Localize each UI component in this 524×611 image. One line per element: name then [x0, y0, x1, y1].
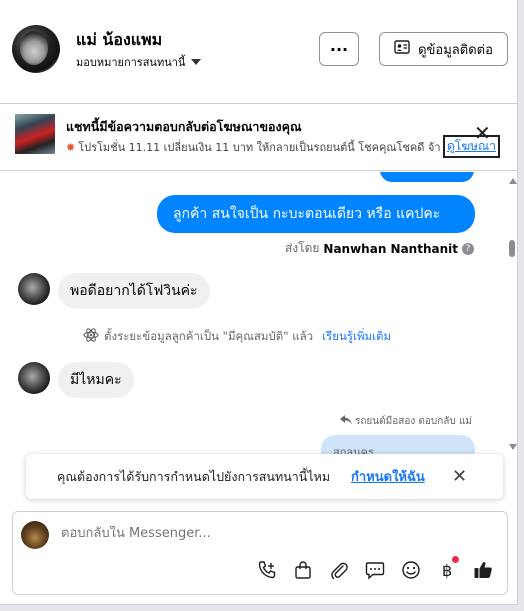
sent-by-prefix: ส่งโดย [284, 241, 320, 255]
close-icon[interactable]: ✕ [452, 466, 467, 487]
message-bubble-incoming[interactable]: มีไหมคะ [58, 362, 134, 398]
composer-toolbar: ฿ [255, 556, 495, 582]
learn-more-link[interactable]: เรียนรู้เพิ่มเติม [322, 328, 391, 346]
message-bubble-outgoing-partial[interactable] [380, 172, 474, 182]
scroll-down-arrow-icon[interactable] [509, 444, 517, 450]
message-text: มีไหมคะ [70, 372, 122, 388]
scroll-up-arrow-icon[interactable] [509, 178, 517, 184]
thumbs-up-icon[interactable] [471, 558, 495, 582]
ad-description: ✸ โปรโมชั่น 11.11 เปลี่ยนเงิน 11 บาท ให้ก… [66, 138, 442, 156]
lead-stage-text: ตั้งระยะข้อมูลลูกค้าเป็น "มีคุณสมบัติ" แ… [104, 328, 314, 343]
conversation-panel: แม่ น้องแพม มอบหมายการสนทนานี้ ··· ดูข้อ… [0, 0, 518, 605]
payment-baht-icon[interactable]: ฿ [435, 556, 459, 582]
contact-avatar-small [18, 362, 50, 394]
message-bubble-incoming[interactable]: พอดีอยากได้โฟวินค่ะ [58, 273, 210, 309]
sender-name: Nanwhan Nanthanit [323, 241, 458, 256]
ad-reply-banner: แชทนี้มีข้อความตอบกลับต่อโฆษณาของคุณ ✸ โป… [0, 105, 517, 171]
sent-by-label: ส่งโดย Nanwhan Nanthanit ? [285, 239, 474, 258]
atom-icon [83, 327, 99, 346]
notification-dot [452, 556, 459, 563]
attachment-icon[interactable] [327, 558, 351, 582]
call-icon[interactable] [255, 558, 279, 582]
assign-label: มอบหมายการสนทนานี้ [76, 56, 186, 69]
page-avatar [21, 521, 49, 549]
quoted-reply-bubble[interactable]: สกลนคร [321, 435, 475, 454]
view-contact-info-label: ดูข้อมูลติดต่อ [418, 42, 493, 58]
view-ad-link[interactable]: ดูโฆษณา [443, 135, 500, 158]
svg-text:฿: ฿ [442, 561, 452, 580]
message-text: พอดีอยากได้โฟวินค่ะ [70, 283, 198, 299]
assign-conversation-dropdown[interactable]: มอบหมายการสนทนานี้ [76, 53, 202, 71]
reply-arrow-icon [340, 415, 352, 428]
contact-card-icon [394, 40, 410, 58]
more-dots-icon: ··· [329, 39, 349, 59]
assign-to-me-link[interactable]: กำหนดให้ฉัน [351, 466, 425, 487]
caret-down-icon [191, 59, 202, 65]
shopping-bag-icon[interactable] [291, 558, 315, 582]
assign-prompt-question: คุณต้องการได้รับการกำหนดไปยังการสนทนานี้… [57, 468, 331, 484]
contact-avatar[interactable] [12, 25, 60, 73]
close-icon[interactable]: ✕ [474, 123, 491, 143]
emoji-icon[interactable] [399, 558, 423, 582]
reply-meta: รถยนต์มือสอง ตอบกลับ แม่ [340, 414, 472, 429]
sparkle-icon: ✸ [66, 141, 76, 154]
ad-banner-title: แชทนี้มีข้อความตอบกลับต่อโฆษณาของคุณ [66, 119, 302, 134]
quoted-text: สกลนคร [333, 446, 374, 454]
saved-replies-icon[interactable] [363, 558, 387, 582]
contact-avatar-small [18, 273, 50, 305]
message-thread[interactable]: ลูกค้า สนใจเป็น กะบะตอนเดียว หรือ แคปคะ … [0, 172, 517, 454]
ad-thumbnail [15, 114, 55, 154]
reply-input[interactable] [61, 526, 481, 541]
assign-prompt-toast: คุณต้องการได้รับการกำหนดไปยังการสนทนานี้… [26, 454, 503, 499]
scrollbar-thumb[interactable] [509, 240, 515, 257]
contact-name[interactable]: แม่ น้องแพม [76, 28, 162, 53]
message-bubble-outgoing[interactable]: ลูกค้า สนใจเป็น กะบะตอนเดียว หรือ แคปคะ [157, 195, 475, 233]
message-text: ลูกค้า สนใจเป็น กะบะตอนเดียว หรือ แคปคะ [173, 206, 441, 222]
conversation-header: แม่ น้องแพม มอบหมายการสนทนานี้ ··· ดูข้อ… [0, 0, 517, 104]
view-contact-info-button[interactable]: ดูข้อมูลติดต่อ [379, 32, 508, 66]
ad-description-text: โปรโมชั่น 11.11 เปลี่ยนเงิน 11 บาท ให้กล… [78, 141, 441, 154]
reply-composer: ฿ [12, 511, 508, 595]
help-icon[interactable]: ? [462, 242, 474, 255]
reply-meta-text: รถยนต์มือสอง ตอบกลับ แม่ [355, 416, 472, 427]
thread-scrollbar[interactable] [507, 172, 517, 454]
lead-stage-note: ตั้งระยะข้อมูลลูกค้าเป็น "มีคุณสมบัติ" แ… [83, 327, 391, 346]
more-options-button[interactable]: ··· [319, 32, 359, 66]
